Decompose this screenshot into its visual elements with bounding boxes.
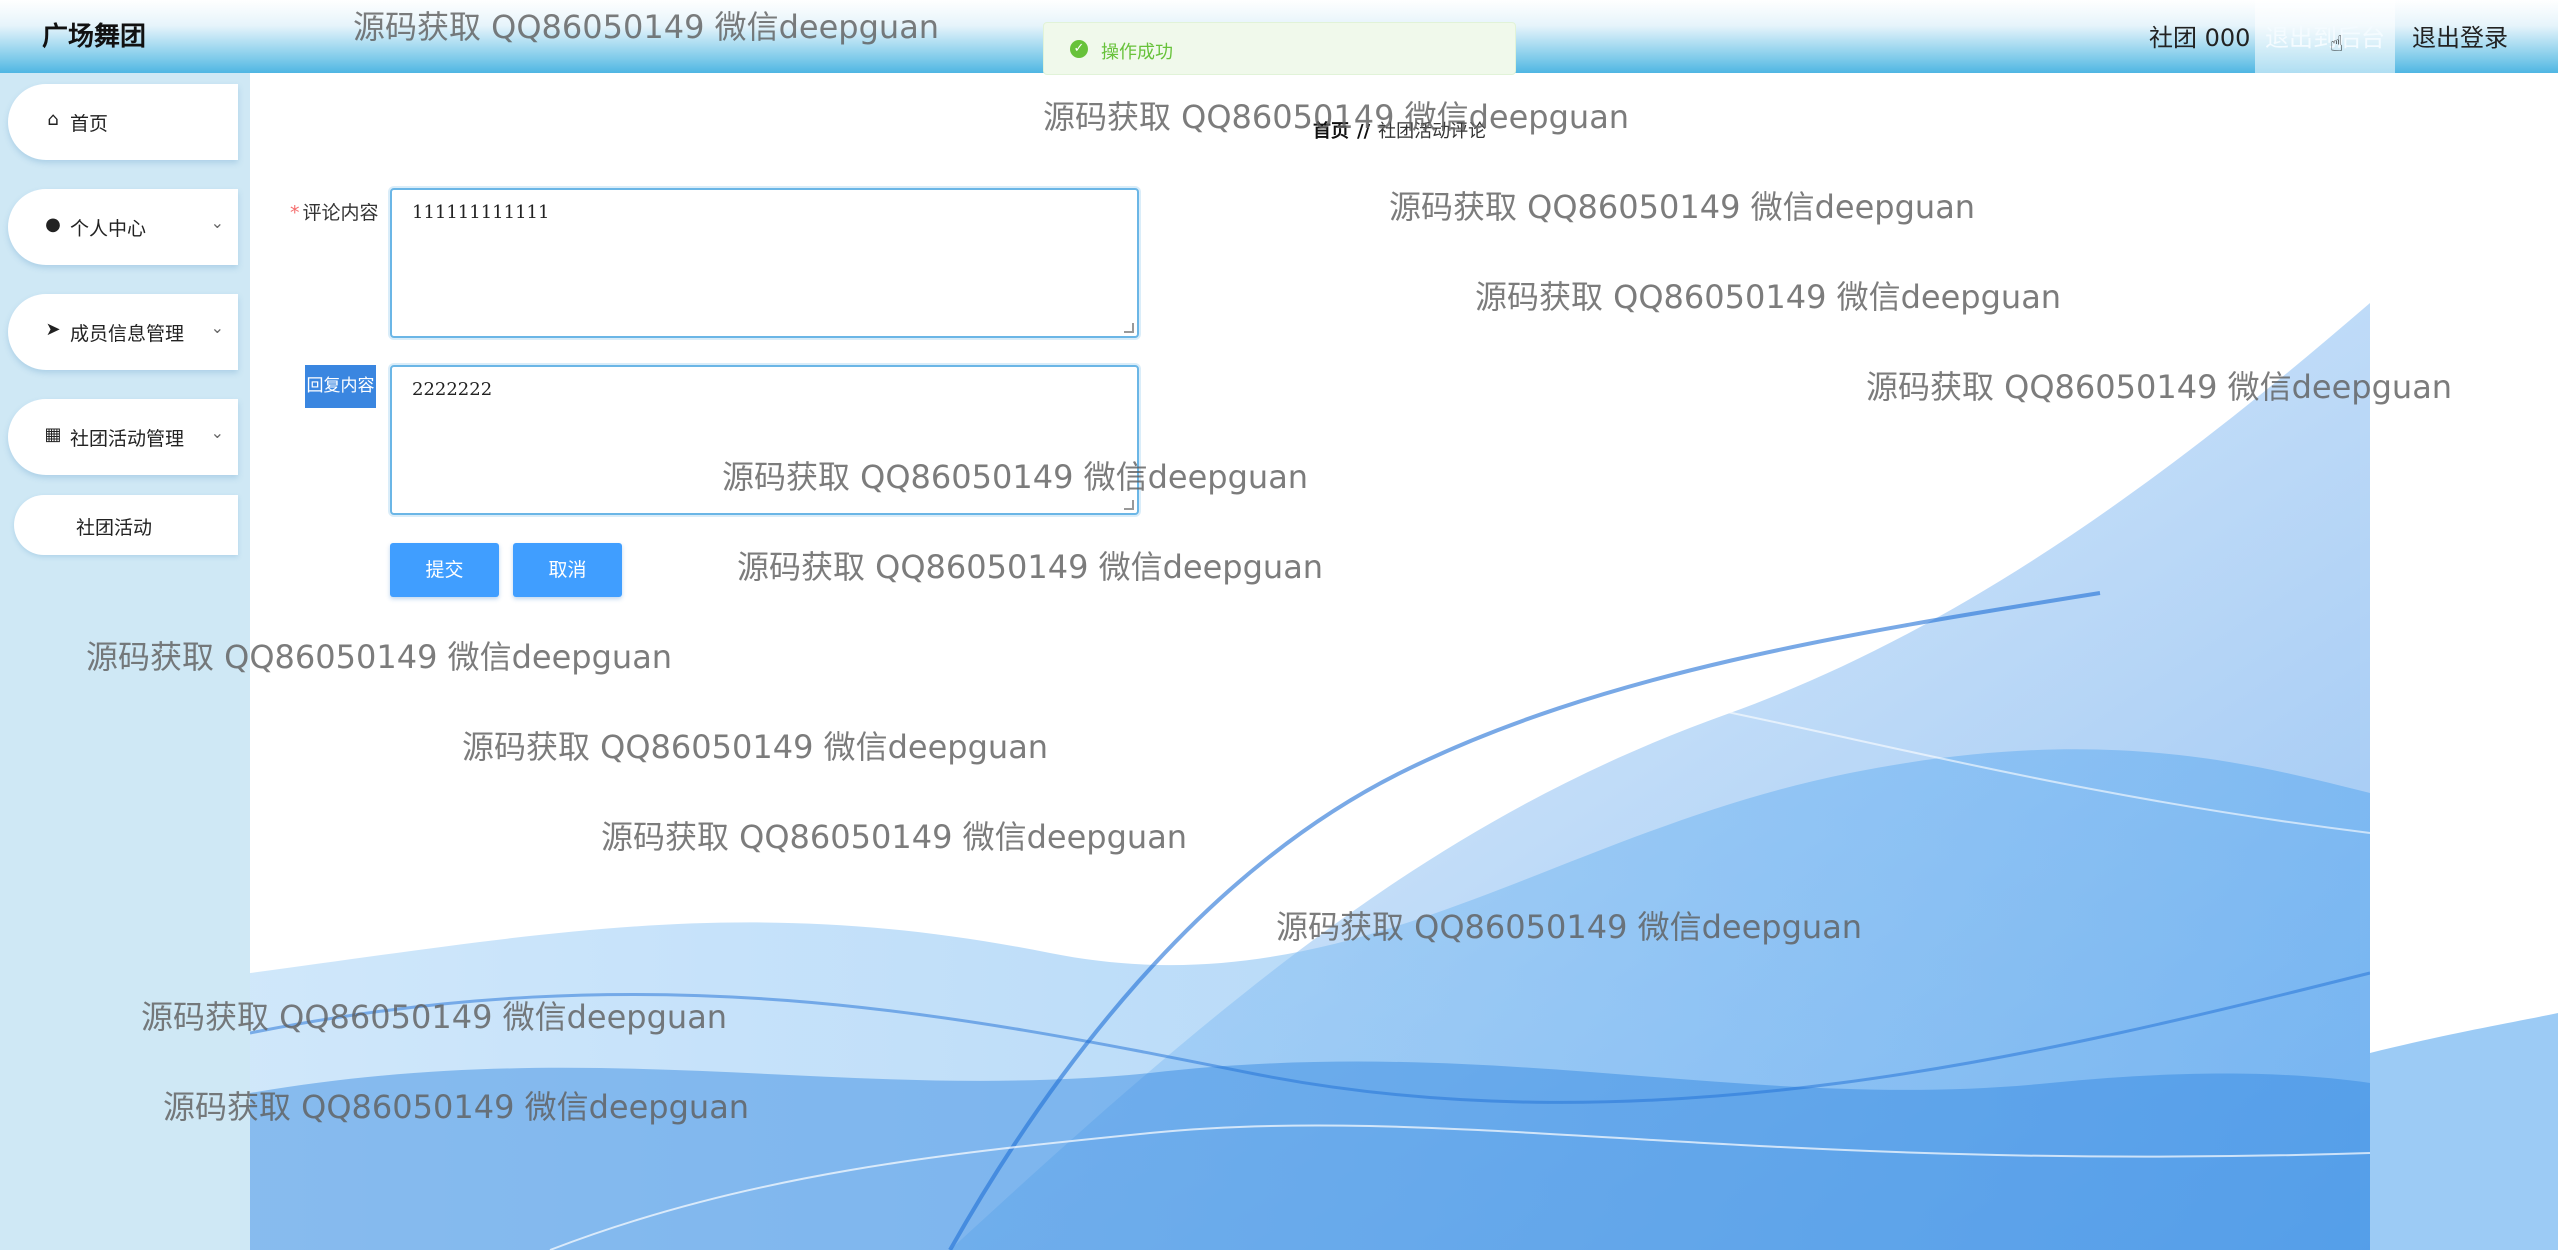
sidebar-item-label: 成员信息管理 [70, 323, 185, 345]
chevron-down-icon: ⌄ [210, 423, 224, 442]
check-circle-icon: ✓ [1070, 40, 1088, 58]
chevron-down-icon: ⌄ [210, 318, 224, 337]
grid-icon: ▦ [44, 424, 62, 445]
sidebar-item-label: 个人中心 [70, 218, 147, 240]
logout-button[interactable]: 退出登录 [2395, 0, 2525, 73]
sidebar-subitem-label: 社团活动 [76, 517, 153, 539]
sidebar-item-label: 首页 [70, 113, 109, 135]
breadcrumb-separator: // [1357, 121, 1371, 142]
breadcrumb-home[interactable]: 首页 [1313, 121, 1349, 142]
mouse-cursor-icon: ☝ [2330, 32, 2344, 57]
chevron-down-icon: ⌄ [210, 213, 224, 232]
comment-label: * 评论内容 [290, 198, 379, 225]
reply-textarea[interactable]: 2222222 [390, 365, 1139, 515]
sidebar-item-personal-center[interactable]: ● 个人中心 ⌄ [8, 189, 238, 265]
reply-label: 回复内容 [305, 365, 376, 408]
back-to-admin-button[interactable]: 退出到后台 [2255, 0, 2395, 73]
resize-handle-icon[interactable] [1124, 323, 1134, 333]
home-icon: ⌂ [47, 109, 59, 130]
sidebar: ⌂ 首页 ● 个人中心 ⌄ ➤ 成员信息管理 ⌄ ▦ 社团活动管理 ⌄ 社团活动 [0, 73, 248, 1250]
current-user: 社团 000 [2149, 24, 2251, 52]
sidebar-subitem-activities[interactable]: 社团活动 [14, 495, 238, 555]
sidebar-item-member-management[interactable]: ➤ 成员信息管理 ⌄ [8, 294, 238, 370]
breadcrumb: 首页 // 社团活动评论 [1313, 117, 1486, 143]
comment-value: 111111111111 [412, 202, 550, 223]
success-toast: ✓ 操作成功 [1043, 22, 1516, 75]
comment-label-text: 评论内容 [302, 202, 379, 224]
cancel-button[interactable]: 取消 [513, 543, 622, 597]
submit-button[interactable]: 提交 [390, 543, 499, 597]
sidebar-item-label: 社团活动管理 [70, 428, 185, 450]
breadcrumb-current: 社团活动评论 [1378, 121, 1487, 142]
required-mark: * [290, 202, 300, 224]
comment-textarea[interactable]: 111111111111 [390, 188, 1139, 338]
toast-message: 操作成功 [1101, 42, 1173, 63]
send-icon: ➤ [45, 319, 61, 340]
app-title: 广场舞团 [42, 22, 147, 52]
resize-handle-icon[interactable] [1124, 500, 1134, 510]
sidebar-item-home[interactable]: ⌂ 首页 [8, 84, 238, 160]
user-icon: ● [45, 214, 61, 235]
reply-value: 2222222 [412, 379, 493, 400]
sidebar-item-activity-management[interactable]: ▦ 社团活动管理 ⌄ [8, 399, 238, 475]
main-content: 首页 // 社团活动评论 * 评论内容 111111111111 回复内容 22222… [250, 73, 2558, 1250]
